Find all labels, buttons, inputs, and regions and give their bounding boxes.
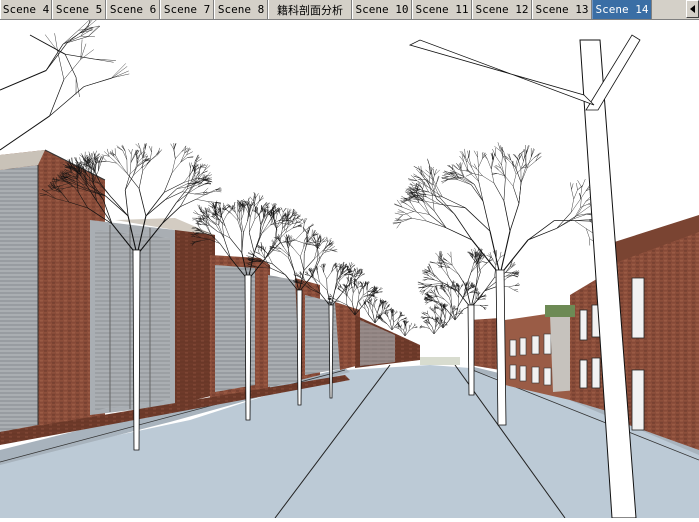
tab-scene-8[interactable]: Scene 8 (214, 0, 268, 19)
scene-tab-bar: Scene 4 Scene 5 Scene 6 Scene 7 Scene 8 … (0, 0, 699, 20)
tab-scene-5[interactable]: Scene 5 (52, 0, 106, 19)
distant-horizon (420, 357, 460, 365)
tab-scene-4[interactable]: Scene 4 (0, 0, 52, 19)
tab-scene-13[interactable]: Scene 13 (532, 0, 592, 19)
model-viewport[interactable] (0, 20, 699, 518)
tab-scene-10[interactable]: Scene 10 (352, 0, 412, 19)
rooftop-greenery (545, 305, 575, 317)
triangle-left-icon (690, 5, 696, 13)
tab-bar-spacer (652, 0, 686, 19)
tab-section-analysis[interactable]: 籍科剖面分析 (268, 0, 352, 19)
tab-scene-6[interactable]: Scene 6 (106, 0, 160, 19)
tab-scene-11[interactable]: Scene 11 (412, 0, 472, 19)
scroll-left-button[interactable] (686, 0, 699, 18)
street-perspective-scene (0, 20, 699, 518)
tab-scene-14[interactable]: Scene 14 (592, 0, 652, 19)
tab-scene-12[interactable]: Scene 12 (472, 0, 532, 19)
tab-scene-7[interactable]: Scene 7 (160, 0, 214, 19)
